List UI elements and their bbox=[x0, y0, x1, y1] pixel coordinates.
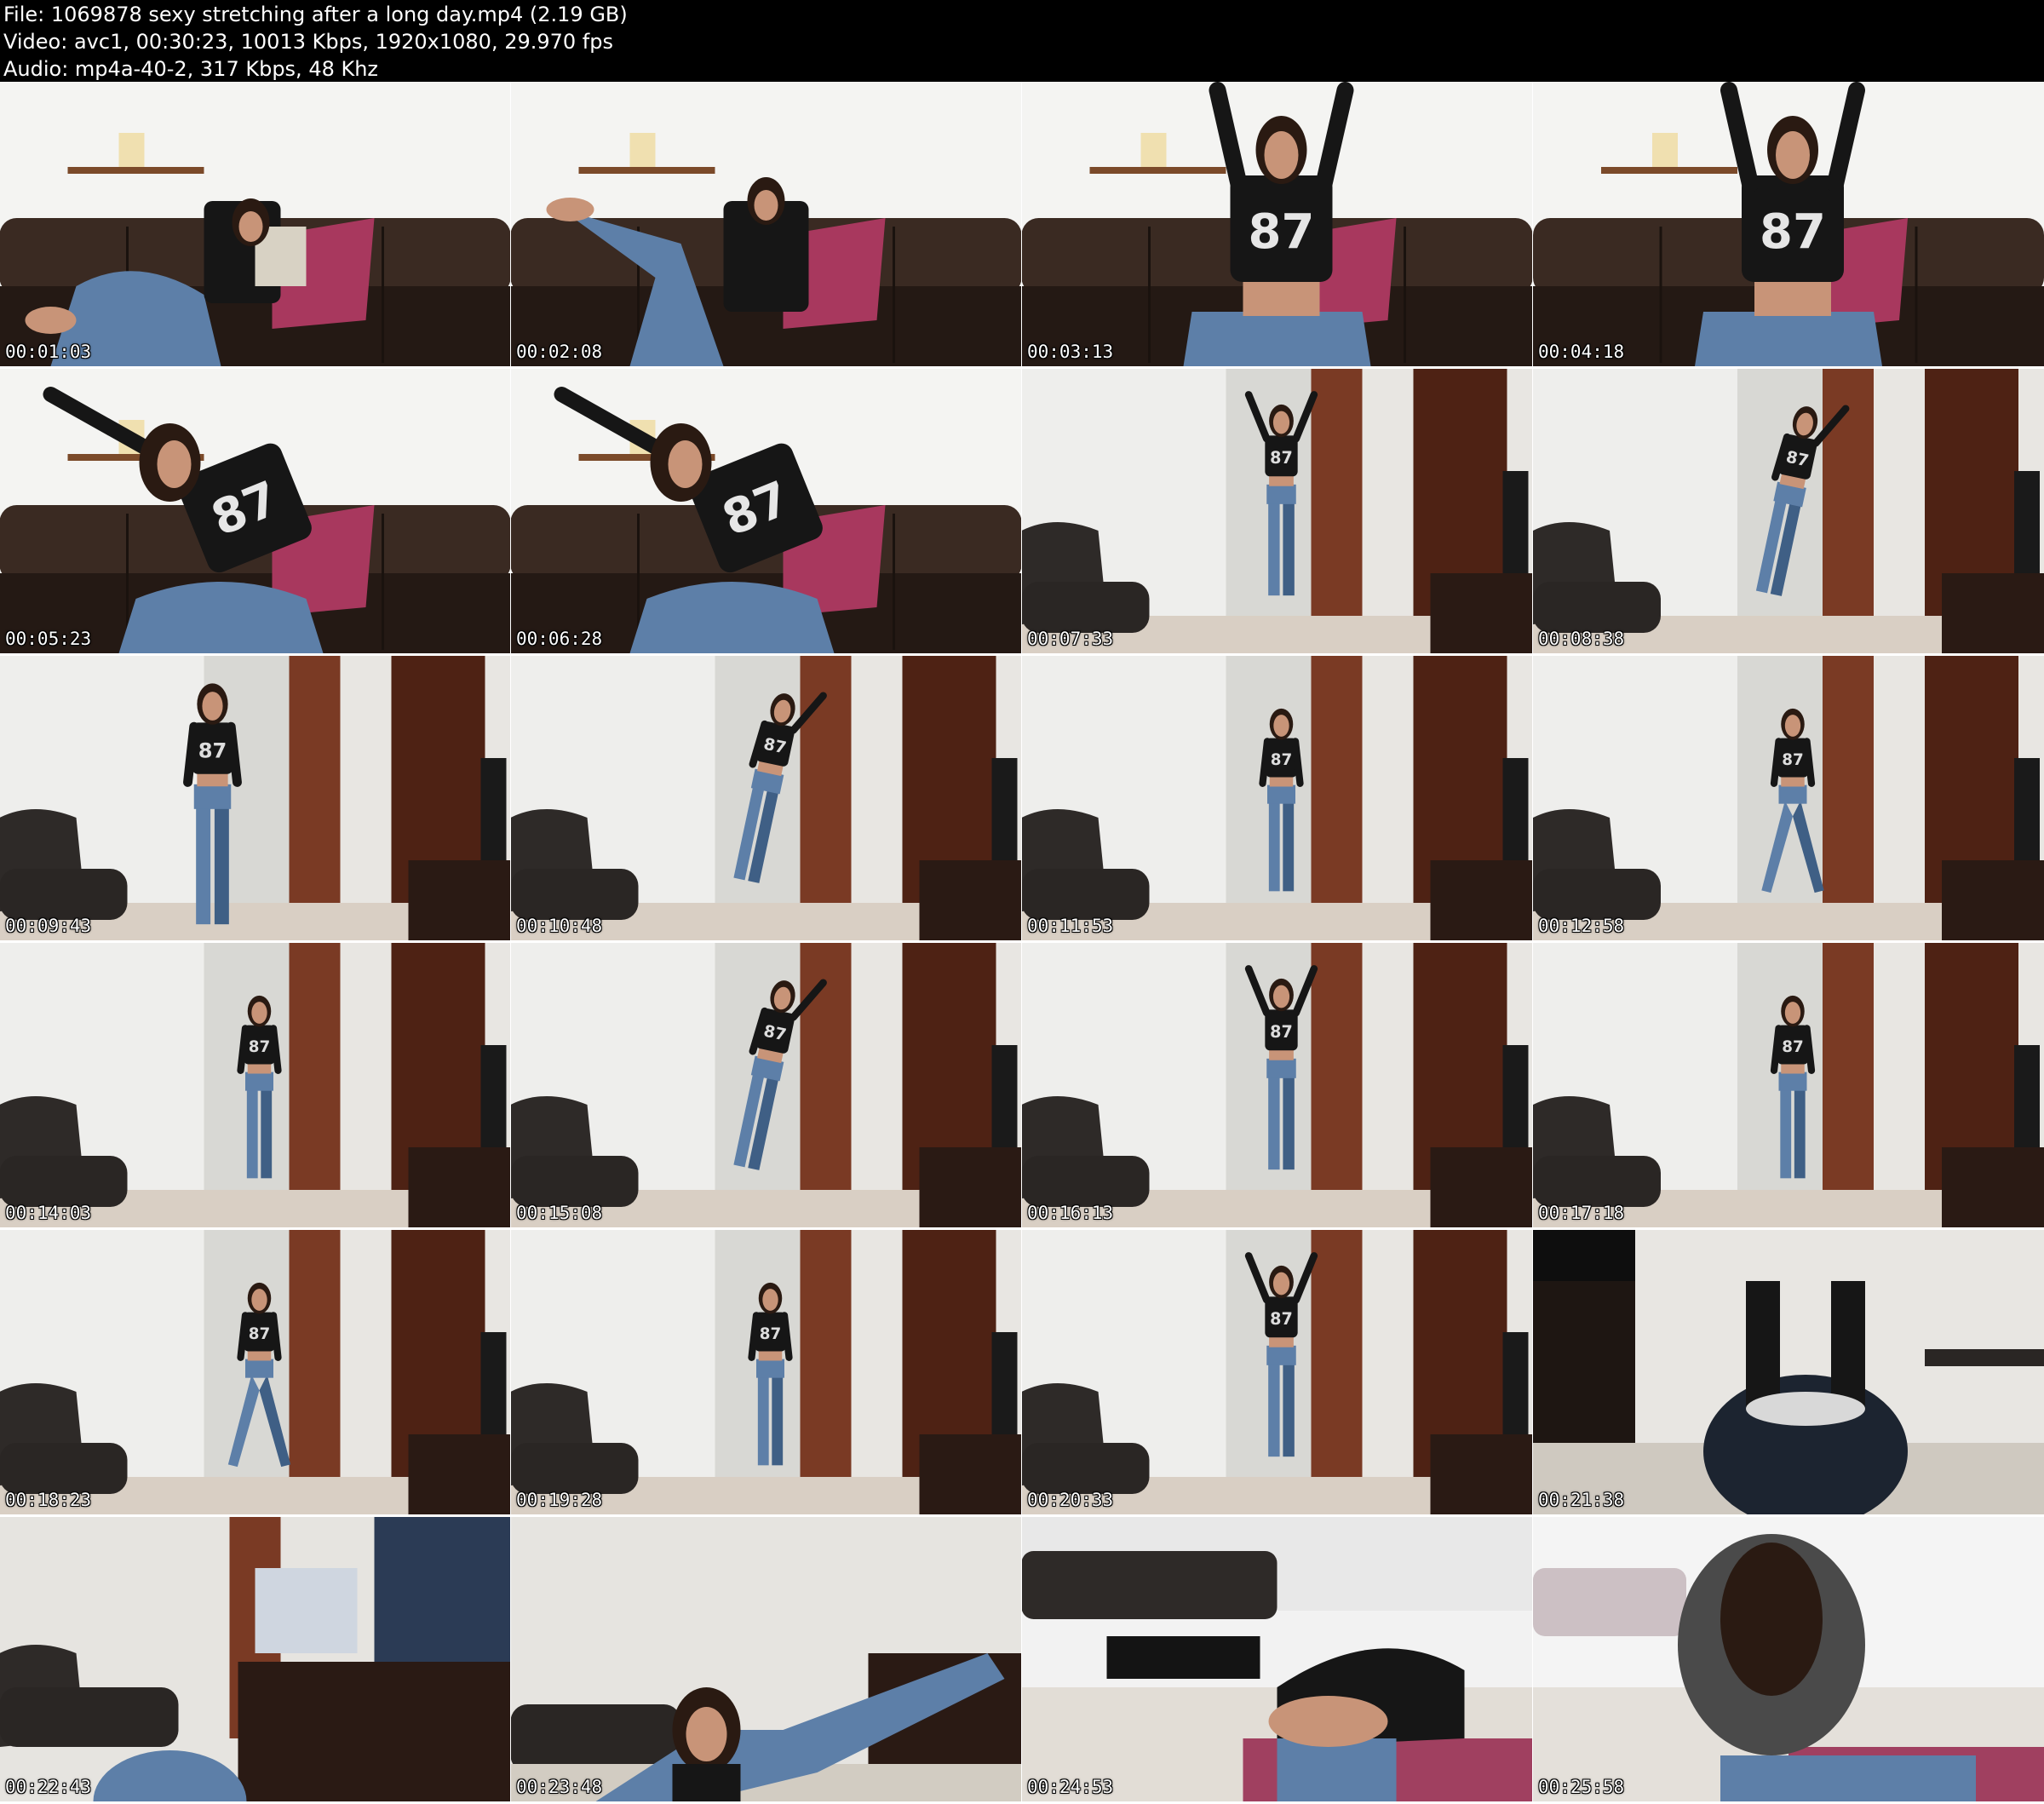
thumbnail-timestamp: 00:19:28 bbox=[516, 1490, 603, 1510]
video-thumbnail: 87 00:10:48 bbox=[511, 656, 1021, 940]
video-thumbnail: 00:24:53 bbox=[1022, 1517, 1532, 1801]
video-info-line: Video: avc1, 00:30:23, 10013 Kbps, 1920x… bbox=[3, 30, 613, 54]
video-thumbnail: 87 00:04:18 bbox=[1533, 82, 2044, 366]
thumbnail-frame-image: 87 bbox=[511, 369, 1021, 653]
thumbnail-frame-image: 87 bbox=[1533, 943, 2044, 1227]
svg-text:87: 87 bbox=[1270, 1309, 1293, 1329]
thumbnail-frame-image bbox=[0, 1517, 510, 1801]
thumbnail-timestamp: 00:20:33 bbox=[1027, 1490, 1114, 1510]
thumbnail-frame-image: 87 bbox=[1533, 369, 2044, 653]
thumbnail-frame-image: 87 bbox=[511, 943, 1021, 1227]
video-thumbnail: 87 00:12:58 bbox=[1533, 656, 2044, 940]
thumbnail-timestamp: 00:18:23 bbox=[5, 1490, 92, 1510]
thumbnail-timestamp: 00:06:28 bbox=[516, 629, 603, 649]
video-thumbnail: 87 00:20:33 bbox=[1022, 1230, 1532, 1514]
thumbnail-grid: 00:01:03 00:02:08 87 00:03:13 87 00:04:18 87 00… bbox=[0, 82, 2044, 1804]
thumbnail-frame-image: 87 bbox=[1022, 369, 1532, 653]
video-thumbnail: 00:25:58 bbox=[1533, 1517, 2044, 1801]
video-thumbnail: 00:23:48 bbox=[511, 1517, 1021, 1801]
thumbnail-frame-image: 87 bbox=[1533, 656, 2044, 940]
video-thumbnail: 87 00:08:38 bbox=[1533, 369, 2044, 653]
video-thumbnail: 87 00:16:13 bbox=[1022, 943, 1532, 1227]
thumbnail-frame-image: 87 bbox=[0, 656, 510, 940]
thumbnail-timestamp: 00:07:33 bbox=[1027, 629, 1114, 649]
video-thumbnail: 00:22:43 bbox=[0, 1517, 510, 1801]
svg-text:87: 87 bbox=[1270, 448, 1293, 468]
thumbnail-frame-image: 87 bbox=[1022, 1230, 1532, 1514]
video-thumbnail: 00:02:08 bbox=[511, 82, 1021, 366]
video-thumbnail: 87 00:07:33 bbox=[1022, 369, 1532, 653]
svg-text:87: 87 bbox=[1270, 1022, 1293, 1042]
video-thumbnail: 87 00:06:28 bbox=[511, 369, 1021, 653]
thumbnail-frame-image: 87 bbox=[0, 369, 510, 653]
audio-info-line: Audio: mp4a-40-2, 317 Kbps, 48 Khz bbox=[3, 57, 379, 81]
thumbnail-frame-image bbox=[511, 1517, 1021, 1801]
svg-text:87: 87 bbox=[1760, 204, 1826, 260]
svg-text:87: 87 bbox=[1249, 204, 1315, 260]
thumbnail-frame-image bbox=[1022, 1517, 1532, 1801]
thumbnail-frame-image: 87 bbox=[1533, 82, 2044, 366]
thumbnail-timestamp: 00:25:58 bbox=[1538, 1777, 1625, 1797]
thumbnail-frame-image: 87 bbox=[1022, 82, 1532, 366]
svg-text:87: 87 bbox=[249, 1038, 271, 1056]
svg-text:87: 87 bbox=[1782, 751, 1804, 769]
thumbnail-frame-image: 87 bbox=[511, 1230, 1021, 1514]
svg-text:87: 87 bbox=[198, 738, 227, 762]
video-thumbnail: 87 00:05:23 bbox=[0, 369, 510, 653]
thumbnail-timestamp: 00:01:03 bbox=[5, 342, 92, 362]
thumbnail-timestamp: 00:08:38 bbox=[1538, 629, 1625, 649]
thumbnail-frame-image bbox=[511, 82, 1021, 366]
thumbnail-timestamp: 00:12:58 bbox=[1538, 916, 1625, 936]
video-thumbnail: 87 00:18:23 bbox=[0, 1230, 510, 1514]
video-thumbnail: 87 00:15:08 bbox=[511, 943, 1021, 1227]
thumbnail-timestamp: 00:21:38 bbox=[1538, 1490, 1625, 1510]
video-thumbnail: 87 00:03:13 bbox=[1022, 82, 1532, 366]
thumbnail-frame-image bbox=[1533, 1517, 2044, 1801]
svg-text:87: 87 bbox=[1271, 751, 1293, 769]
thumbnail-timestamp: 00:23:48 bbox=[516, 1777, 603, 1797]
thumbnail-timestamp: 00:15:08 bbox=[516, 1203, 603, 1223]
thumbnail-frame-image: 87 bbox=[1022, 943, 1532, 1227]
thumbnail-frame-image: 87 bbox=[0, 943, 510, 1227]
file-info-header: File: 1069878 sexy stretching after a lo… bbox=[0, 0, 2044, 82]
thumbnail-timestamp: 00:10:48 bbox=[516, 916, 603, 936]
thumbnail-frame-image bbox=[0, 82, 510, 366]
thumbnail-frame-image: 87 bbox=[1022, 656, 1532, 940]
thumbnail-timestamp: 00:14:03 bbox=[5, 1203, 92, 1223]
thumbnail-timestamp: 00:16:13 bbox=[1027, 1203, 1114, 1223]
video-thumbnail: 87 00:09:43 bbox=[0, 656, 510, 940]
thumbnail-timestamp: 00:22:43 bbox=[5, 1777, 92, 1797]
video-thumbnail: 87 00:19:28 bbox=[511, 1230, 1021, 1514]
thumbnail-timestamp: 00:03:13 bbox=[1027, 342, 1114, 362]
thumbnail-timestamp: 00:05:23 bbox=[5, 629, 92, 649]
thumbnail-frame-image: 87 bbox=[511, 656, 1021, 940]
thumbnail-timestamp: 00:24:53 bbox=[1027, 1777, 1114, 1797]
video-thumbnail: 87 00:14:03 bbox=[0, 943, 510, 1227]
thumbnail-timestamp: 00:02:08 bbox=[516, 342, 603, 362]
svg-text:87: 87 bbox=[1782, 1038, 1804, 1056]
video-thumbnail: 00:21:38 bbox=[1533, 1230, 2044, 1514]
video-thumbnail: 87 00:17:18 bbox=[1533, 943, 2044, 1227]
thumbnail-timestamp: 00:11:53 bbox=[1027, 916, 1114, 936]
thumbnail-frame-image: 87 bbox=[0, 1230, 510, 1514]
thumbnail-timestamp: 00:04:18 bbox=[1538, 342, 1625, 362]
thumbnail-frame-image bbox=[1533, 1230, 2044, 1514]
svg-text:87: 87 bbox=[249, 1325, 271, 1343]
video-thumbnail: 87 00:11:53 bbox=[1022, 656, 1532, 940]
file-name-line: File: 1069878 sexy stretching after a lo… bbox=[3, 3, 628, 26]
video-thumbnail: 00:01:03 bbox=[0, 82, 510, 366]
thumbnail-timestamp: 00:09:43 bbox=[5, 916, 92, 936]
thumbnail-timestamp: 00:17:18 bbox=[1538, 1203, 1625, 1223]
svg-text:87: 87 bbox=[760, 1325, 782, 1343]
